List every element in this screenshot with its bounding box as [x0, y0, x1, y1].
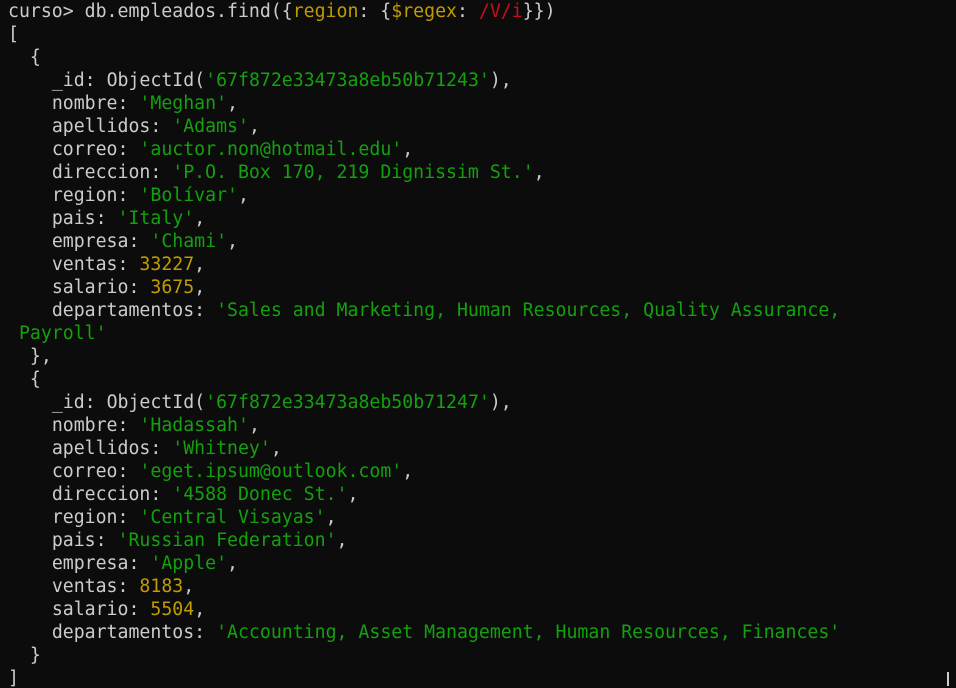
doc-field-pais: pais: 'Italy', [51, 208, 206, 229]
doc-open-brace: { [8, 47, 41, 68]
command-field: region [292, 1, 359, 22]
doc-field-empresa: empresa: 'Chami', [51, 231, 238, 252]
doc-field-nombre: nombre: 'Meghan', [51, 93, 238, 114]
doc-field-ventas: ventas: 33227, [51, 254, 206, 275]
doc-field-id: _id: ObjectId('67f872e33473a8eb50b71247'… [51, 392, 512, 413]
doc-field-correo: correo: 'eget.ipsum@outlook.com', [51, 461, 414, 482]
command-colon-2: : [456, 1, 479, 22]
command-line: curso> db.empleados.find({region: {$rege… [8, 0, 956, 23]
array-close-bracket: ] [8, 668, 19, 688]
doc-field-departamentos: departamentos: 'Accounting, Asset Manage… [51, 622, 841, 643]
doc-field-nombre: nombre: 'Hadassah', [51, 415, 260, 436]
doc-field-region: region: 'Central Visayas', [51, 507, 337, 528]
doc-field-direccion: direccion: '4588 Donec St.', [51, 484, 359, 505]
doc-field-apellidos: apellidos: 'Whitney', [51, 438, 282, 459]
doc-field-ventas: ventas: 8183, [51, 576, 195, 597]
doc-field-salario: salario: 3675, [51, 277, 206, 298]
doc-field-id: _id: ObjectId('67f872e33473a8eb50b71243'… [51, 70, 512, 91]
doc-field-salario: salario: 5504, [51, 599, 206, 620]
doc-field-empresa: empresa: 'Apple', [51, 553, 238, 574]
shell-prompt: curso> [8, 1, 74, 22]
doc-field-apellidos: apellidos: 'Adams', [51, 116, 260, 137]
text-cursor [947, 672, 949, 686]
doc-field-pais: pais: 'Russian Federation', [51, 530, 348, 551]
doc-field-region: region: 'Bolívar', [51, 185, 249, 206]
command-suffix: }}) [522, 1, 556, 22]
doc-close-brace: }, [8, 346, 52, 367]
terminal-window[interactable]: curso> db.empleados.find({region: {$rege… [0, 0, 956, 688]
command-colon: : { [358, 1, 392, 22]
doc-field-direccion: direccion: 'P.O. Box 170, 219 Dignissim … [51, 162, 545, 183]
doc-field-correo: correo: 'auctor.non@hotmail.edu', [51, 139, 414, 160]
command-operator: $regex [391, 1, 457, 22]
doc-open-brace: { [8, 369, 41, 390]
doc-close-brace: } [8, 645, 41, 666]
doc-field-departamentos-wrap: Payroll' [18, 323, 107, 344]
doc-field-departamentos: departamentos: 'Sales and Marketing, Hum… [51, 300, 841, 321]
array-open-bracket: [ [8, 24, 19, 45]
command-prefix: db.empleados.find({ [73, 1, 293, 22]
command-regex: /V/i [478, 1, 523, 22]
